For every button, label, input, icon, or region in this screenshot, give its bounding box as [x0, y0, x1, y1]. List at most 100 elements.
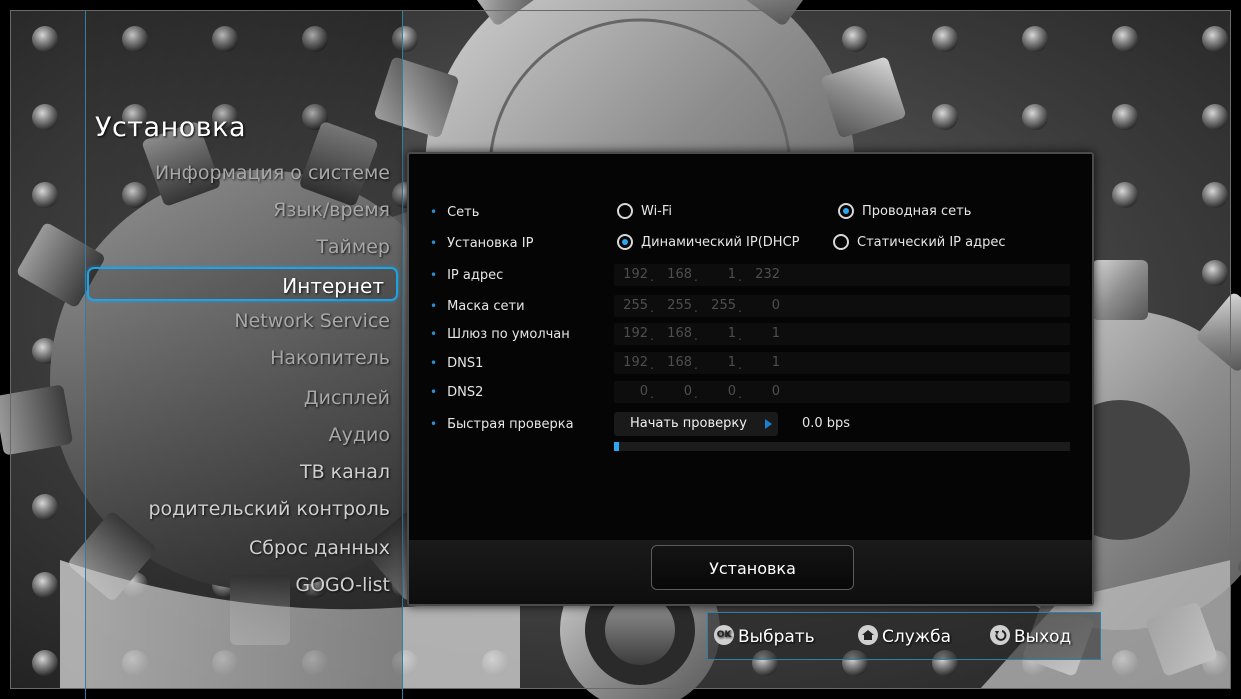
start-test-button[interactable]: Начать проверку [614, 412, 778, 436]
radio-wifi-label: Wi-Fi [641, 204, 673, 219]
bullet-icon: • [430, 356, 438, 370]
octet: 0 [727, 384, 736, 399]
bullet-icon: • [430, 385, 438, 399]
octet: 1 [771, 326, 780, 341]
bullet-icon: • [430, 268, 438, 282]
octet: 1 [771, 355, 780, 370]
bullet-icon: • [430, 327, 438, 341]
network-label: • Сеть [430, 201, 479, 223]
octet-separator: . [738, 358, 742, 372]
radio-static-ip[interactable]: Статический IP адрес [833, 232, 1006, 254]
hint-select-label: Выбрать [738, 627, 815, 647]
octet-separator: . [694, 270, 698, 284]
dns2-label-text: DNS2 [447, 385, 484, 400]
back-key-icon [990, 625, 1010, 645]
octet-separator: . [738, 270, 742, 284]
speed-test-progress [614, 442, 1070, 451]
sidebar-title: Установка [95, 112, 247, 143]
sidebar-item-audio[interactable]: Аудио [90, 421, 390, 449]
octet-separator: . [650, 358, 654, 372]
network-label-text: Сеть [447, 205, 480, 220]
cursor-icon [765, 419, 772, 429]
octet-separator: . [650, 387, 654, 401]
radio-checked-icon [617, 233, 633, 250]
gateway-field[interactable]: 192. 168. 1. 1 [614, 323, 1070, 345]
sidebar-item-network-service[interactable]: Network Service [90, 307, 390, 335]
bullet-icon: • [430, 205, 438, 219]
octet-separator: . [650, 329, 654, 343]
octet: 0 [771, 384, 780, 399]
octet: 0 [771, 298, 780, 313]
bullet-icon: • [430, 417, 438, 431]
bullet-icon: • [430, 236, 438, 250]
octet: 1 [727, 267, 736, 282]
dns1-field[interactable]: 192. 168. 1. 1 [614, 352, 1070, 374]
octet-separator: . [650, 270, 654, 284]
start-test-label: Начать проверку [630, 416, 747, 431]
ip-setup-label-text: Установка IP [447, 236, 534, 251]
octet: 192 [623, 355, 648, 370]
subnet-mask-label-text: Маска сети [447, 299, 525, 314]
ip-address-label: • IP адрес [430, 264, 503, 286]
hint-exit[interactable]: Выход [990, 624, 1071, 650]
bullet-icon: • [430, 299, 438, 313]
octet: 192 [623, 326, 648, 341]
ip-setup-label: • Установка IP [430, 232, 533, 254]
subnet-mask-label: • Маска сети [430, 295, 525, 317]
sidebar-item-storage[interactable]: Накопитель [90, 344, 390, 372]
octet-separator: . [694, 358, 698, 372]
octet: 1 [727, 326, 736, 341]
octet-separator: . [738, 387, 742, 401]
sidebar-item-tv-channel[interactable]: ТВ канал [90, 458, 390, 486]
radio-dhcp-label: Динамический IP(DHCP [641, 235, 800, 250]
octet: 168 [667, 355, 692, 370]
octet-separator: . [694, 329, 698, 343]
sidebar-item-parental-control[interactable]: родительский контроль [90, 495, 390, 523]
octet: 0 [639, 384, 648, 399]
radio-dhcp[interactable]: Динамический IP(DHCP [617, 232, 799, 254]
gateway-label-text: Шлюз по умолчан [447, 327, 570, 342]
radio-wifi[interactable]: Wi-Fi [617, 201, 672, 223]
dns2-label: • DNS2 [430, 381, 483, 403]
octet: 168 [667, 326, 692, 341]
octet: 0 [683, 384, 692, 399]
octet-separator: . [694, 301, 698, 315]
radio-wired[interactable]: Проводная сеть [838, 201, 971, 223]
sidebar-item-display[interactable]: Дисплей [90, 384, 390, 412]
ok-key-icon: OK [714, 625, 734, 645]
radio-checked-icon [838, 202, 854, 219]
sidebar-item-gogo-list[interactable]: GOGO-list [90, 571, 390, 599]
dns1-label: • DNS1 [430, 352, 483, 374]
setup-button[interactable]: Установка [651, 545, 854, 590]
octet: 192 [623, 267, 648, 282]
sidebar-item-system-info[interactable]: Информация о системе [90, 159, 390, 187]
dns1-label-text: DNS1 [447, 356, 484, 371]
radio-unchecked-icon [617, 202, 633, 219]
subnet-mask-field[interactable]: 255. 255. 255. 0 [614, 295, 1070, 317]
octet: 232 [755, 267, 780, 282]
hint-service-label: Служба [882, 627, 952, 647]
sidebar-item-reset[interactable]: Сброс данных [90, 534, 390, 562]
octet-separator: . [738, 329, 742, 343]
hint-exit-label: Выход [1014, 627, 1072, 647]
gateway-label: • Шлюз по умолчан [430, 323, 570, 345]
internet-settings-panel [407, 152, 1094, 606]
octet-separator: . [694, 387, 698, 401]
dns2-field[interactable]: 0. 0. 0. 0 [614, 381, 1070, 403]
octet: 1 [727, 355, 736, 370]
hint-service[interactable]: Служба [858, 624, 951, 650]
octet: 255 [667, 298, 692, 313]
ip-address-field[interactable]: 192. 168. 1. 232 [614, 264, 1070, 286]
hint-select[interactable]: OK Выбрать [714, 624, 815, 650]
speed-readout: 0.0 bps [802, 416, 851, 431]
speed-test-label: • Быстрая проверка [430, 413, 574, 435]
ip-address-label-text: IP адрес [447, 268, 504, 283]
home-key-icon [858, 625, 878, 645]
octet-separator: . [738, 301, 742, 315]
radio-wired-label: Проводная сеть [862, 204, 972, 219]
octet-separator: . [650, 301, 654, 315]
radio-static-ip-label: Статический IP адрес [857, 235, 1006, 250]
sidebar-item-language-time[interactable]: Язык/время [90, 196, 390, 224]
sidebar-item-internet[interactable]: Интернет [87, 267, 398, 301]
sidebar-item-timer[interactable]: Таймер [90, 233, 390, 261]
